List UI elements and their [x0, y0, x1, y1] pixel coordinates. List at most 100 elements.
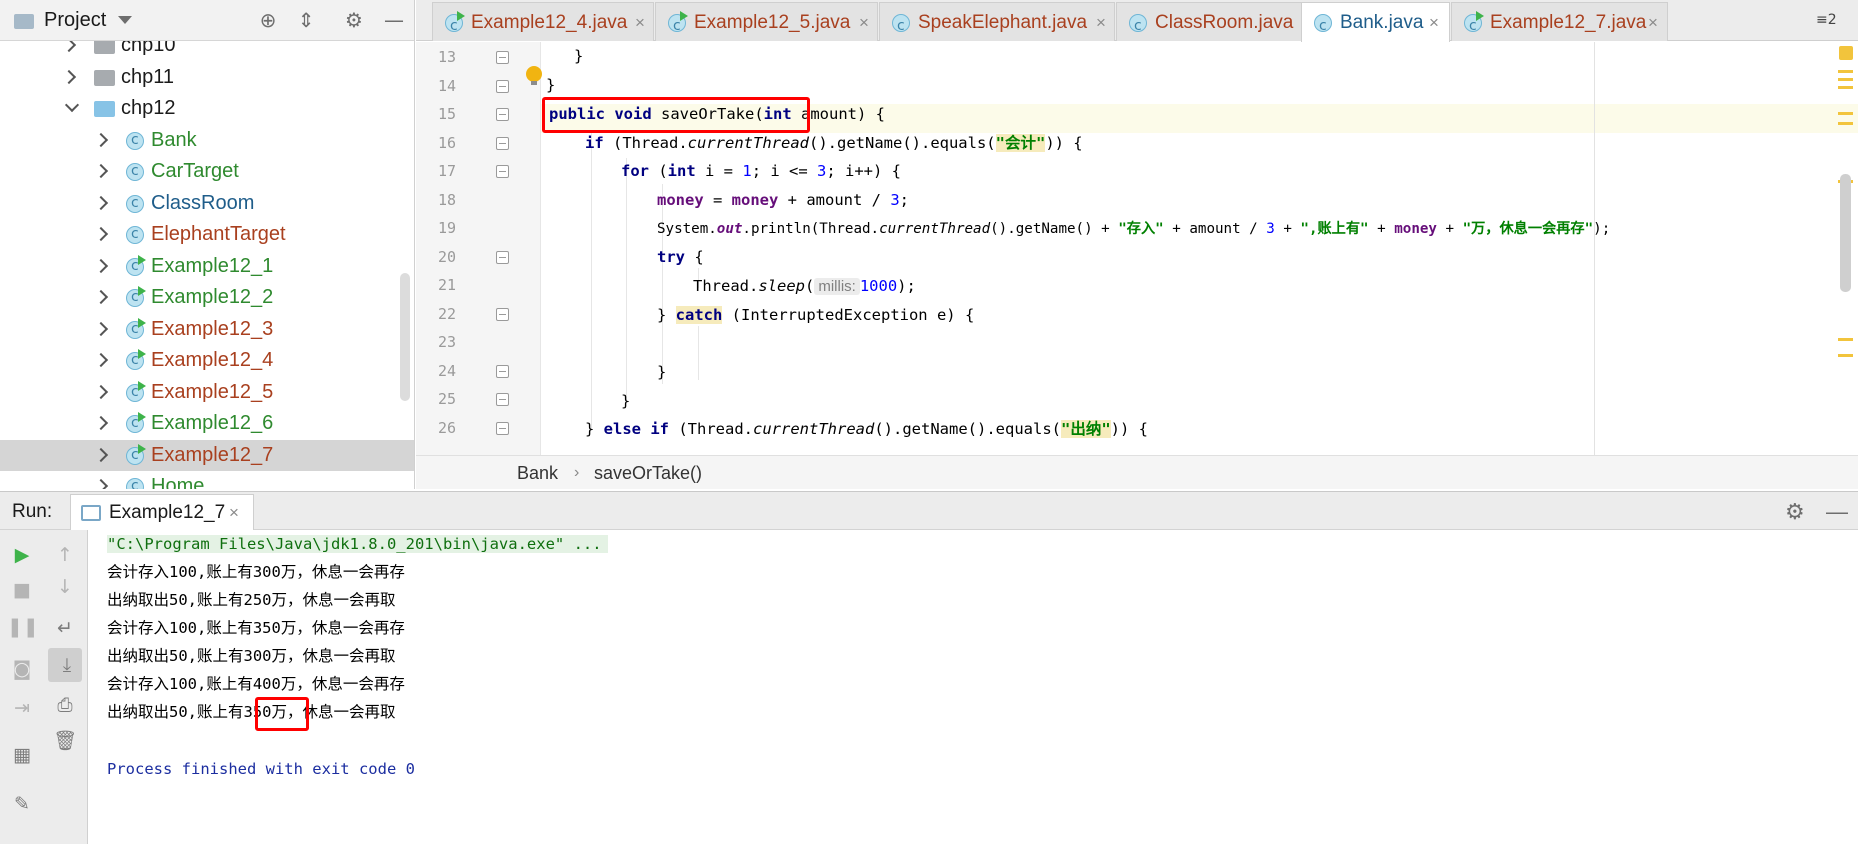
chevron-right-icon[interactable]: [93, 132, 109, 148]
tab-overflow-menu[interactable]: ≡2: [1816, 0, 1837, 41]
tree-item-label: Example12_1: [151, 255, 274, 277]
tree-item-example12-1[interactable]: Example12_1: [0, 251, 400, 282]
console-line: Process finished with exit code 0: [107, 755, 415, 783]
chevron-right-icon[interactable]: [93, 384, 109, 400]
fold-marker-icon[interactable]: [496, 80, 509, 93]
chevron-right-icon[interactable]: [61, 69, 77, 85]
chevron-right-icon[interactable]: [93, 163, 109, 179]
console-output[interactable]: "C:\Program Files\Java\jdk1.8.0_201\bin\…: [89, 530, 1858, 844]
project-tree[interactable]: chp10 chp11 chp12 Bank CarTarget ClassRo…: [0, 41, 414, 489]
tab-example12-5[interactable]: Example12_5.java ×: [655, 2, 878, 46]
scroll-to-end-icon[interactable]: ⤓: [52, 650, 82, 680]
code-token: }: [621, 392, 631, 410]
chevron-right-icon[interactable]: [61, 41, 77, 53]
tree-item-example12-6[interactable]: Example12_6: [0, 408, 400, 439]
chevron-right-icon[interactable]: [93, 321, 109, 337]
tree-item-label: Example12_5: [151, 381, 274, 403]
fold-marker-icon[interactable]: [496, 137, 509, 150]
warning-marker[interactable]: [1838, 112, 1853, 115]
code-token: money: [657, 191, 704, 209]
tree-item-label: CarTarget: [151, 160, 239, 182]
tab-bank[interactable]: Bank.java ×: [1301, 2, 1450, 46]
chevron-right-icon[interactable]: [93, 289, 109, 305]
project-panel-title[interactable]: Project: [44, 0, 106, 41]
tab-speakelephant[interactable]: SpeakElephant.java ×: [879, 2, 1115, 46]
pin-icon[interactable]: ✎: [7, 789, 37, 819]
gear-icon[interactable]: ⚙: [340, 0, 368, 41]
tree-item-chp10[interactable]: chp10: [0, 41, 400, 61]
close-icon[interactable]: ×: [635, 3, 645, 42]
fold-marker-icon[interactable]: [496, 308, 509, 321]
chevron-down-icon[interactable]: [64, 97, 80, 113]
tree-item-bank[interactable]: Bank: [0, 125, 400, 156]
warning-marker[interactable]: [1838, 86, 1853, 89]
login-icon[interactable]: ⇥: [7, 693, 37, 723]
fold-marker-icon[interactable]: [496, 422, 509, 435]
tree-item-example12-7[interactable]: Example12_7: [0, 440, 414, 471]
warning-marker[interactable]: [1838, 122, 1853, 125]
fold-marker-icon[interactable]: [496, 165, 509, 178]
collapse-all-icon[interactable]: ⇕: [292, 0, 320, 41]
tree-item-classroom[interactable]: ClassRoom: [0, 188, 400, 219]
lightbulb-icon[interactable]: [526, 66, 542, 85]
close-icon[interactable]: ×: [1648, 3, 1658, 42]
fold-marker-icon[interactable]: [496, 251, 509, 264]
tree-item-example12-4[interactable]: Example12_4: [0, 345, 400, 376]
warning-marker[interactable]: [1838, 78, 1853, 81]
close-icon[interactable]: ×: [1096, 3, 1106, 42]
tab-example12-7[interactable]: Example12_7.java ×: [1451, 2, 1668, 46]
inspection-status-icon[interactable]: [1839, 46, 1853, 60]
code-editor[interactable]: 13 14 15 16 17 18 19 20 21 22 23 24 25 2…: [416, 42, 1858, 455]
breadcrumb-class[interactable]: Bank: [517, 456, 558, 490]
chevron-right-icon[interactable]: [93, 258, 109, 274]
rerun-icon[interactable]: ▶: [7, 540, 37, 570]
tree-item-example12-5[interactable]: Example12_5: [0, 377, 400, 408]
close-icon[interactable]: ×: [1429, 3, 1439, 42]
minimize-icon[interactable]: —: [1826, 492, 1848, 531]
tree-item-example12-3[interactable]: Example12_3: [0, 314, 400, 345]
tree-item-example12-2[interactable]: Example12_2: [0, 282, 400, 313]
arrow-up-icon[interactable]: ↑: [50, 540, 80, 570]
soft-wrap-icon[interactable]: ↵: [50, 613, 80, 643]
tree-item-cartarget[interactable]: CarTarget: [0, 156, 400, 187]
warning-marker[interactable]: [1838, 354, 1853, 357]
tree-item-home[interactable]: Home: [0, 471, 400, 489]
run-marker-icon: [138, 255, 146, 265]
chevron-down-icon[interactable]: [118, 16, 132, 24]
chevron-right-icon[interactable]: [93, 447, 109, 463]
trash-icon[interactable]: 🗑: [50, 726, 80, 756]
close-icon[interactable]: ×: [859, 3, 869, 42]
fold-marker-icon[interactable]: [496, 393, 509, 406]
close-icon[interactable]: ×: [229, 493, 239, 532]
chevron-right-icon[interactable]: [93, 415, 109, 431]
tree-item-chp12[interactable]: chp12: [0, 93, 400, 124]
tree-item-elephanttarget[interactable]: ElephantTarget: [0, 219, 400, 250]
print-icon[interactable]: ⎙: [50, 690, 80, 720]
pause-icon[interactable]: ❚❚: [7, 612, 39, 642]
minimize-icon[interactable]: —: [380, 0, 408, 41]
chevron-right-icon[interactable]: [93, 478, 109, 489]
gear-icon[interactable]: ⚙: [1785, 492, 1805, 531]
stop-icon[interactable]: ■: [7, 575, 37, 605]
camera-icon[interactable]: ◙: [7, 654, 37, 684]
tree-item-chp11[interactable]: chp11: [0, 62, 400, 93]
tree-item-label: ClassRoom: [151, 192, 255, 214]
arrow-down-icon[interactable]: ↓: [50, 572, 80, 602]
chevron-right-icon[interactable]: [93, 352, 109, 368]
tree-scrollbar[interactable]: [400, 273, 410, 401]
chevron-right-icon[interactable]: [93, 226, 109, 242]
warning-marker[interactable]: [1838, 338, 1853, 341]
tab-classroom[interactable]: ClassRoom.java: [1116, 2, 1316, 46]
chevron-right-icon[interactable]: [93, 195, 109, 211]
fold-marker-icon[interactable]: [496, 108, 509, 121]
breadcrumb-method[interactable]: saveOrTake(): [594, 456, 702, 490]
fold-marker-icon[interactable]: [496, 365, 509, 378]
console-icon: [81, 505, 101, 521]
layout-icon[interactable]: ▦: [7, 740, 37, 770]
run-tab-example12-7[interactable]: Example12_7 ×: [70, 494, 254, 530]
warning-marker[interactable]: [1838, 70, 1853, 73]
fold-marker-icon[interactable]: [496, 51, 509, 64]
locate-target-icon[interactable]: ⊕: [254, 0, 282, 41]
tab-example12-4[interactable]: Example12_4.java ×: [432, 2, 654, 46]
editor-scrollbar-thumb[interactable]: [1840, 174, 1851, 292]
